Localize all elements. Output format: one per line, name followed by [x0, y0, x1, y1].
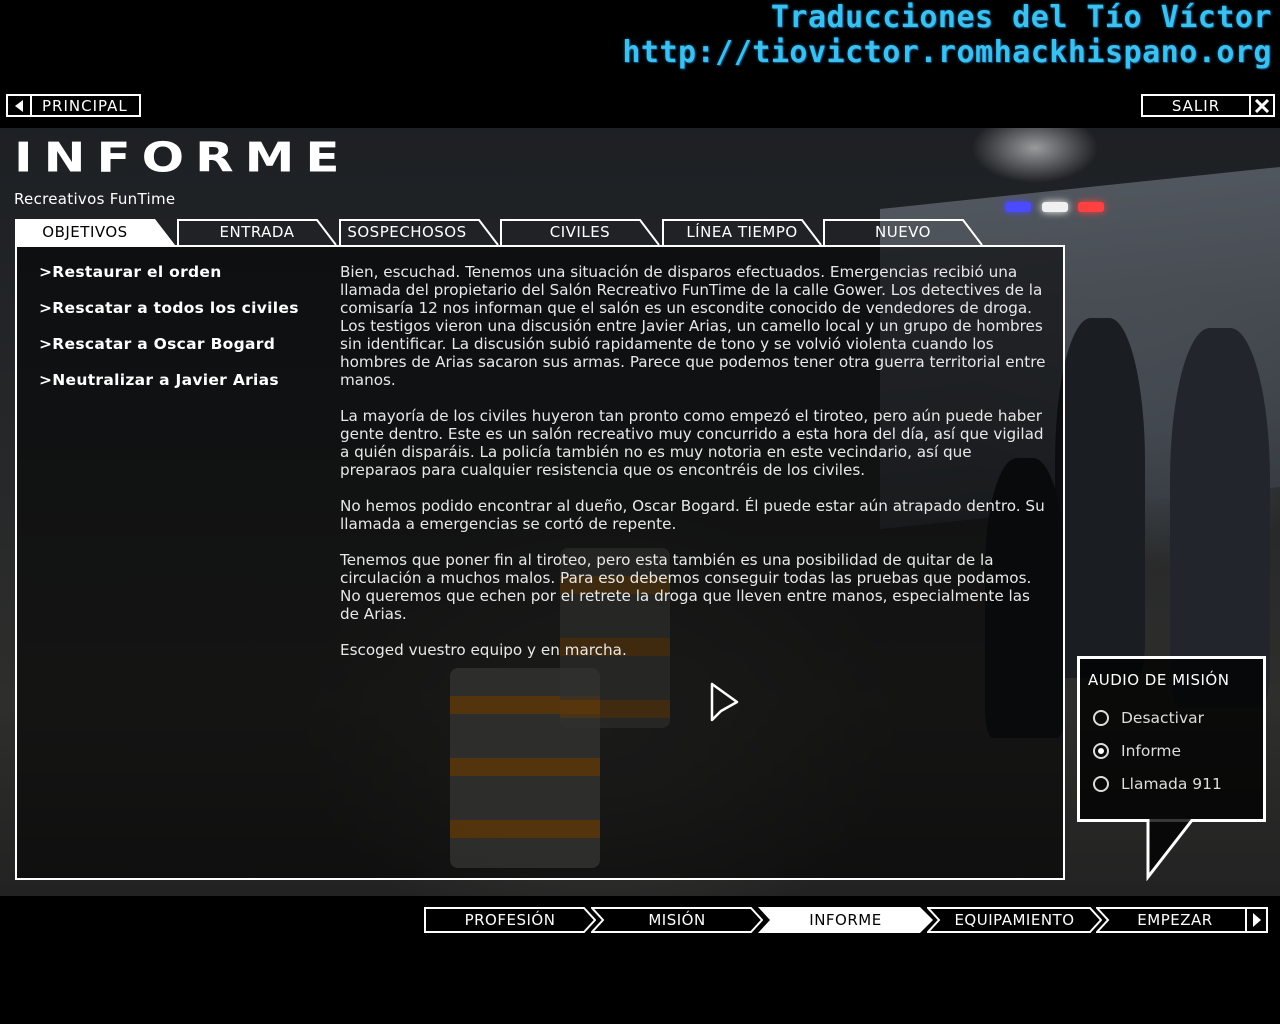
tab-label: ENTRADA — [219, 223, 295, 241]
nav-informe[interactable]: INFORME — [758, 907, 933, 933]
audio-option-label: Desactivar — [1121, 709, 1204, 727]
tab-objetivos[interactable]: OBJETIVOS — [15, 219, 175, 245]
principal-label: PRINCIPAL — [42, 96, 128, 115]
officer-figure — [1170, 328, 1270, 708]
siren-light-white — [1042, 202, 1068, 212]
nav-empezar[interactable]: EMPEZAR — [1096, 907, 1268, 933]
briefing-panel: >Restaurar el orden >Rescatar a todos lo… — [15, 245, 1065, 880]
officer-figure — [1055, 318, 1145, 678]
tab-label: NUEVO — [875, 223, 931, 241]
mission-audio-box: AUDIO DE MISIÓN Desactivar Informe Llama… — [1077, 656, 1266, 822]
radio-icon[interactable] — [1093, 776, 1109, 792]
nav-mision[interactable]: MISIÓN — [591, 907, 763, 933]
nav-label: PROFESIÓN — [464, 911, 556, 929]
audio-option-informe[interactable]: Informe — [1093, 742, 1181, 760]
salir-label: SALIR — [1171, 96, 1221, 115]
objectives-list: >Restaurar el orden >Rescatar a todos lo… — [39, 263, 329, 407]
tab-linea-tiempo[interactable]: LÍNEA TIEMPO — [662, 219, 822, 245]
nav-equipamiento[interactable]: EQUIPAMIENTO — [927, 907, 1102, 933]
watermark-url: http://tiovictor.romhackhispano.org — [622, 35, 1272, 70]
nav-label: EQUIPAMIENTO — [954, 911, 1075, 929]
tab-civiles[interactable]: CIVILES — [500, 219, 660, 245]
speech-bubble-tail — [1146, 819, 1195, 881]
tab-label: LÍNEA TIEMPO — [686, 223, 798, 241]
briefing-text: Bien, escuchad. Tenemos una situación de… — [340, 263, 1050, 677]
nav-label: MISIÓN — [648, 911, 706, 929]
briefing-paragraph: Tenemos que poner fin al tiroteo, pero e… — [340, 551, 1032, 623]
nav-label: INFORME — [809, 911, 882, 929]
briefing-paragraph: Bien, escuchad. Tenemos una situación de… — [340, 263, 1046, 389]
audio-option-desactivar[interactable]: Desactivar — [1093, 709, 1204, 727]
watermark-title: Traducciones del Tío Víctor — [770, 0, 1272, 35]
nav-profesion[interactable]: PROFESIÓN — [424, 907, 596, 933]
objective-item: >Restaurar el orden — [39, 263, 222, 281]
objective-item: >Rescatar a Oscar Bogard — [39, 335, 276, 353]
tab-label: SOSPECHOSOS — [347, 223, 467, 241]
siren-light-blue — [1005, 202, 1031, 212]
close-icon[interactable] — [1249, 96, 1273, 115]
back-arrow-icon — [8, 96, 32, 115]
tab-nuevo[interactable]: NUEVO — [823, 219, 983, 245]
forward-arrow-icon[interactable] — [1252, 913, 1262, 927]
audio-option-label: Llamada 911 — [1121, 775, 1222, 793]
tab-entrada[interactable]: ENTRADA — [177, 219, 337, 245]
tab-label: OBJETIVOS — [42, 223, 128, 241]
objective-item: >Rescatar a todos los civiles — [39, 299, 299, 317]
siren-light-red — [1078, 202, 1104, 212]
radio-icon[interactable] — [1093, 710, 1109, 726]
mouse-cursor-icon — [710, 682, 742, 728]
page-title: INFORME — [14, 134, 351, 182]
mission-subtitle: Recreativos FunTime — [14, 190, 176, 208]
principal-button[interactable]: PRINCIPAL — [6, 94, 141, 117]
audio-option-label: Informe — [1121, 742, 1182, 760]
briefing-paragraph: Escoged vuestro equipo y en marcha. — [340, 641, 627, 659]
briefing-paragraph: No hemos podido encontrar al dueño, Osca… — [340, 497, 1045, 533]
briefing-paragraph: La mayoría de los civiles huyeron tan pr… — [340, 407, 1044, 479]
tab-sospechosos[interactable]: SOSPECHOSOS — [339, 219, 499, 245]
tab-label: CIVILES — [549, 223, 611, 241]
audio-option-llamada-911[interactable]: Llamada 911 — [1093, 775, 1222, 793]
mission-audio-heading: AUDIO DE MISIÓN — [1088, 671, 1230, 689]
objective-item: >Neutralizar a Javier Arias — [39, 371, 279, 389]
radio-selected-icon[interactable] — [1093, 743, 1109, 759]
salir-button[interactable]: SALIR — [1141, 94, 1275, 117]
nav-label: EMPEZAR — [1137, 911, 1213, 929]
